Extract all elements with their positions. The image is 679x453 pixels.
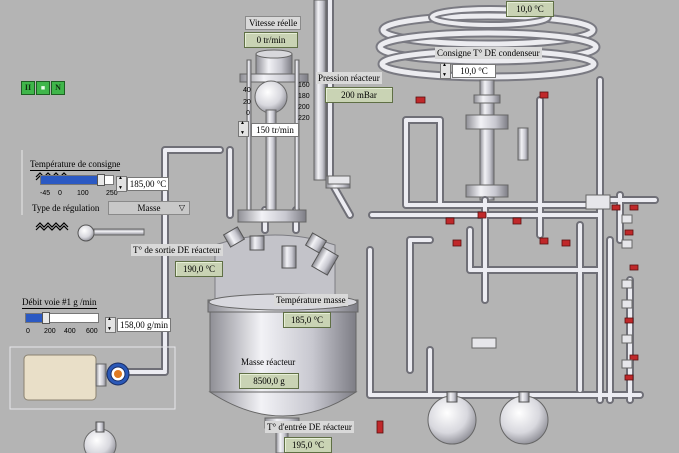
condenser-label: Consigne T° DE condenseur: [435, 47, 542, 59]
gauge-tick: 160: [298, 82, 310, 89]
regulation-dropdown[interactable]: Masse ▽: [108, 201, 190, 215]
gauge-tick: 220: [298, 115, 310, 122]
debit-input[interactable]: 158,00 g/min: [117, 318, 171, 332]
gauge-tick: 40: [243, 87, 251, 94]
condenser-spinner[interactable]: [440, 63, 451, 79]
consigne-slider[interactable]: [40, 174, 114, 186]
masse-temp-display: 185,0 °C: [283, 312, 331, 328]
debit-spinner[interactable]: [105, 317, 116, 333]
vitesse-display: 0 tr/min: [244, 32, 298, 48]
consigne-tick: -45: [40, 190, 51, 197]
control-buttons: II ■ N: [21, 81, 66, 95]
debit-tick: 0: [26, 328, 30, 335]
debit-slider[interactable]: [25, 312, 99, 324]
debit-tick: 400: [64, 328, 76, 335]
gauge-tick: 200: [298, 104, 310, 111]
sortie-display: 190,0 °C: [175, 261, 223, 277]
debit-slider-thumb[interactable]: [41, 312, 50, 324]
consigne-tick: 100: [77, 190, 89, 197]
masse-display: 8500,0 g: [239, 373, 299, 389]
gauge-tick: 180: [298, 93, 310, 100]
gauge-tick: 0: [246, 110, 250, 117]
masse-label: Masse réacteur: [241, 357, 296, 367]
consigne-spinner[interactable]: [116, 176, 127, 192]
gauge-tick: 20: [243, 99, 251, 106]
vitesse-spinner[interactable]: [238, 121, 249, 137]
process-diagram: [9, 0, 659, 453]
sortie-label: T° de sortie DE réacteur: [131, 244, 223, 256]
debit-tick: 600: [86, 328, 98, 335]
play-button[interactable]: ■: [36, 81, 50, 95]
regulation-selected: Masse: [137, 203, 161, 213]
chevron-down-icon: ▽: [178, 203, 185, 212]
entree-label: T° d'entrée DE réacteur: [265, 421, 354, 433]
consigne-tick: 0: [58, 190, 62, 197]
regulation-label: Type de régulation: [32, 203, 100, 213]
debit-label: Débit voie #1 g /min: [22, 297, 97, 309]
consigne-label: Température de consigne: [30, 159, 121, 171]
vitesse-label: Vitesse réelle: [245, 16, 302, 30]
consigne-input[interactable]: 185,00 °C: [127, 177, 169, 191]
pause-button[interactable]: II: [21, 81, 35, 95]
debit-tick: 200: [44, 328, 56, 335]
consigne-slider-fill: [41, 176, 102, 184]
condenser-top-display: 10,0 °C: [506, 1, 554, 17]
entree-display: 195,0 °C: [284, 437, 332, 453]
stop-button[interactable]: N: [51, 81, 65, 95]
condenser-setpoint-input[interactable]: 10,0 °C: [452, 64, 496, 78]
pression-label: Pression réacteur: [316, 72, 382, 84]
consigne-slider-thumb[interactable]: [97, 174, 106, 186]
pression-display: 200 mBar: [325, 87, 393, 103]
masse-temp-label: Température masse: [274, 294, 348, 306]
vitesse-setpoint-input[interactable]: 150 tr/min: [251, 123, 299, 137]
